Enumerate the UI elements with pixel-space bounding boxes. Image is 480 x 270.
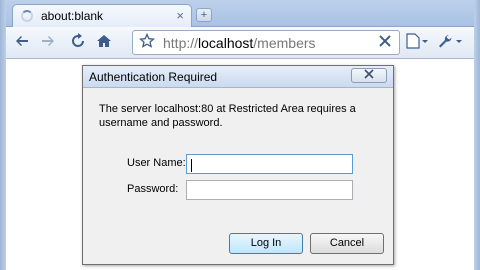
tab-title: about:blank: [41, 9, 104, 23]
username-input[interactable]: [186, 154, 353, 174]
cancel-button[interactable]: Cancel: [310, 233, 384, 254]
login-button[interactable]: Log In: [229, 233, 303, 254]
page-menu-icon[interactable]: [404, 33, 430, 53]
window-frame-right: [474, 0, 480, 270]
star-icon[interactable]: [138, 32, 156, 54]
stop-icon[interactable]: [377, 33, 393, 54]
username-label: User Name:: [127, 157, 186, 169]
password-input[interactable]: [186, 180, 353, 200]
url-host: localhost: [198, 35, 254, 51]
back-arrow-icon[interactable]: [12, 33, 32, 53]
dialog-title: Authentication Required: [89, 70, 218, 84]
dialog-close-button[interactable]: [351, 68, 387, 83]
password-label: Password:: [127, 183, 179, 195]
home-icon[interactable]: [94, 33, 114, 53]
browser-tab[interactable]: about:blank ×: [12, 4, 192, 28]
url-text: http://localhost/members: [163, 35, 316, 51]
address-bar[interactable]: http://localhost/members: [132, 30, 400, 55]
authentication-dialog: Authentication Required The server local…: [82, 65, 394, 265]
browser-toolbar: http://localhost/members: [6, 27, 474, 59]
forward-arrow-icon[interactable]: [38, 33, 58, 53]
close-icon: [364, 69, 374, 79]
tab-close-icon[interactable]: ×: [176, 8, 184, 23]
wrench-icon[interactable]: [436, 33, 464, 53]
loading-spinner-icon: [21, 10, 33, 22]
new-tab-button[interactable]: +: [196, 8, 212, 22]
url-scheme: http://: [163, 35, 199, 51]
url-path: /members: [253, 35, 316, 51]
dialog-message: The server localhost:80 at Restricted Ar…: [99, 103, 356, 129]
text-caret: [191, 159, 192, 172]
reload-icon[interactable]: [68, 33, 88, 53]
dialog-titlebar: Authentication Required: [83, 66, 393, 88]
